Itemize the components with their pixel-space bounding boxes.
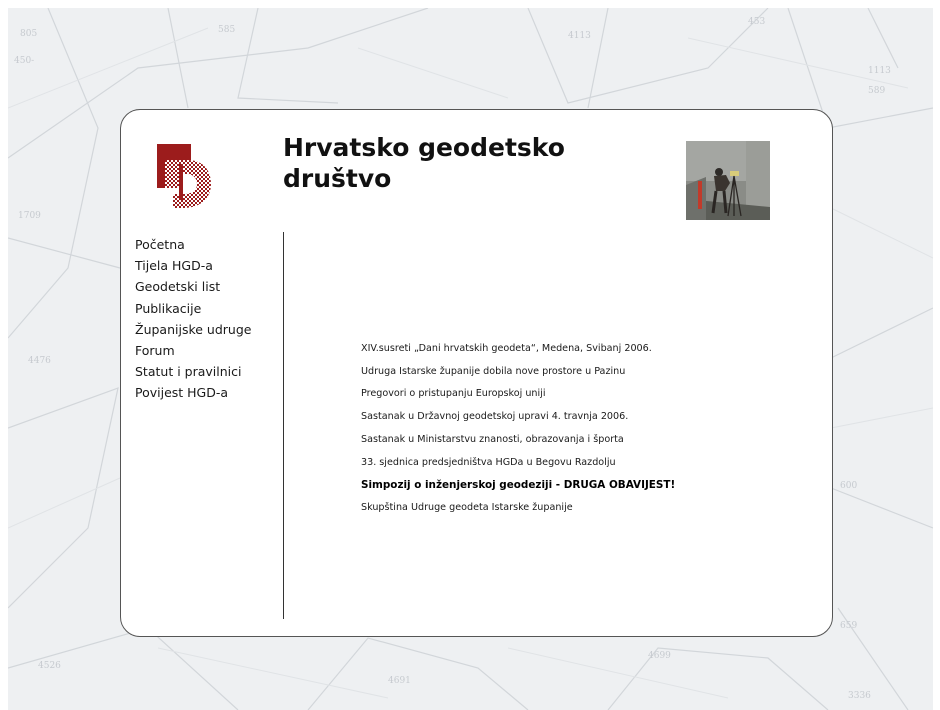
- svg-text:453: 453: [748, 17, 765, 27]
- news-item[interactable]: Udruga Istarske županije dobila nove pro…: [361, 361, 675, 384]
- site-title: Hrvatsko geodetsko društvo: [283, 132, 623, 194]
- svg-text:4113: 4113: [568, 31, 591, 41]
- news-item[interactable]: XIV.susreti „Dani hrvatskih geodeta“, Me…: [361, 338, 675, 361]
- surveyor-photo: [686, 141, 770, 220]
- news-item[interactable]: Pregovori o pristupanju Europskoj uniji: [361, 383, 675, 406]
- svg-text:589: 589: [868, 86, 885, 96]
- svg-text:600: 600: [840, 481, 857, 491]
- svg-text:805: 805: [20, 29, 37, 39]
- svg-text:3336: 3336: [848, 691, 871, 701]
- news-item[interactable]: Skupština Udruge geodeta Istarske župani…: [361, 497, 675, 520]
- nav-item-tijela[interactable]: Tijela HGD-a: [135, 255, 251, 276]
- nav-item-zupanijske-udruge[interactable]: Županijske udruge: [135, 319, 251, 340]
- svg-text:659: 659: [840, 621, 857, 631]
- news-list: XIV.susreti „Dani hrvatskih geodeta“, Me…: [361, 338, 675, 520]
- hgd-logo[interactable]: [143, 138, 215, 210]
- svg-text:4699: 4699: [648, 651, 671, 661]
- nav-item-geodetski-list[interactable]: Geodetski list: [135, 276, 251, 297]
- svg-text:450-: 450-: [14, 56, 34, 66]
- svg-text:4691: 4691: [388, 676, 411, 686]
- svg-text:585: 585: [218, 25, 235, 35]
- nav-item-publikacije[interactable]: Publikacije: [135, 298, 251, 319]
- nav-item-povijest[interactable]: Povijest HGD-a: [135, 382, 251, 403]
- news-item[interactable]: 33. sjednica predsjedništva HGDa u Begov…: [361, 452, 675, 475]
- nav-item-forum[interactable]: Forum: [135, 340, 251, 361]
- content-divider: [283, 232, 284, 619]
- svg-text:1113: 1113: [868, 66, 891, 76]
- site-title-line2: društvo: [283, 164, 392, 193]
- svg-text:1709: 1709: [18, 211, 41, 221]
- content-card: Hrvatsko geodetsko društvo Početna Tijel…: [120, 109, 833, 637]
- nav-item-pocetna[interactable]: Početna: [135, 234, 251, 255]
- page-frame: 805 450- 585 4113 453 1113 589 1709 4476…: [8, 8, 933, 710]
- svg-text:4476: 4476: [28, 356, 51, 366]
- site-title-line1: Hrvatsko geodetsko: [283, 133, 565, 162]
- news-item[interactable]: Sastanak u Ministarstvu znanosti, obrazo…: [361, 429, 675, 452]
- nav-item-statut[interactable]: Statut i pravilnici: [135, 361, 251, 382]
- main-nav: Početna Tijela HGD-a Geodetski list Publ…: [135, 234, 251, 404]
- news-item[interactable]: Sastanak u Državnoj geodetskoj upravi 4.…: [361, 406, 675, 429]
- news-item-highlighted[interactable]: Simpozij o inženjerskoj geodeziji - DRUG…: [361, 474, 675, 497]
- svg-text:4526: 4526: [38, 661, 61, 671]
